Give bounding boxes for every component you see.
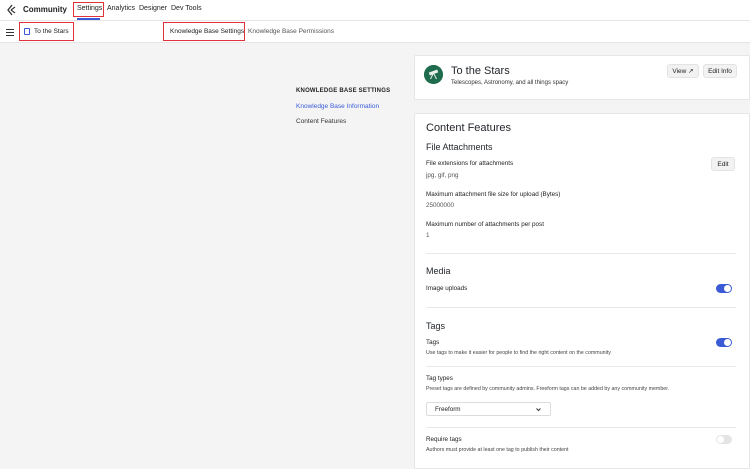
tags-label: Tags [426, 339, 440, 346]
section-divider [426, 253, 736, 254]
nav-analytics[interactable]: Analytics [107, 5, 135, 12]
edit-attachments-button[interactable]: Edit [711, 157, 735, 171]
app-title[interactable]: Community [23, 5, 67, 14]
nav-designer[interactable]: Designer [139, 5, 167, 12]
max-file-size-value: 25000000 [426, 202, 455, 209]
tab-knowledge-base-permissions[interactable]: Knowledge Base Permissions [248, 28, 334, 35]
tag-types-select[interactable]: Freeform [426, 402, 551, 416]
max-attachments-value: 1 [426, 232, 430, 239]
sub-navigation-bar [0, 21, 750, 43]
require-tags-help-text: Authors must provide at least one tag to… [426, 447, 569, 453]
menu-icon[interactable] [6, 29, 14, 36]
chevron-down-icon [536, 408, 541, 412]
file-attachments-heading: File Attachments [426, 142, 493, 152]
sidebar-item-content-features[interactable]: Content Features [296, 118, 346, 125]
sidebar-item-knowledge-base-information[interactable]: Knowledge Base Information [296, 103, 379, 110]
max-file-size-label: Maximum attachment file size for upload … [426, 191, 561, 198]
require-tags-toggle[interactable] [716, 435, 732, 444]
knowledge-base-header-card [414, 55, 750, 100]
file-extensions-label: File extensions for attachments [426, 160, 514, 167]
tag-types-selected-value: Freeform [435, 406, 461, 413]
media-heading: Media [426, 266, 451, 276]
image-uploads-toggle[interactable] [716, 284, 732, 293]
settings-highlight-box [73, 2, 104, 17]
tag-types-help-text: Preset tags are defined by community adm… [426, 386, 670, 392]
require-tags-label: Require tags [426, 436, 462, 443]
sidebar-heading: KNOWLEDGE BASE SETTINGS [296, 88, 391, 94]
knowledge-base-avatar [424, 65, 443, 84]
active-nav-underline [77, 18, 100, 20]
tags-toggle[interactable] [716, 338, 732, 347]
edit-info-button[interactable]: Edit Info [703, 64, 737, 78]
section-divider [426, 307, 736, 308]
content-features-title: Content Features [426, 122, 511, 134]
file-extensions-value: jpg, gif, png [426, 172, 459, 179]
image-uploads-label: Image uploads [426, 285, 468, 292]
section-divider [426, 366, 736, 367]
view-button[interactable]: View ↗ [667, 64, 699, 78]
knowledge-base-name: To the Stars [451, 65, 510, 77]
knowledge-base-description: Telescopes, Astronomy, and all things sp… [451, 80, 569, 86]
tags-help-text: Use tags to make it easier for people to… [426, 350, 611, 356]
knowledge-base-icon [24, 28, 30, 35]
tags-heading: Tags [426, 321, 446, 331]
tag-types-label: Tag types [426, 375, 453, 382]
tab-knowledge-base-settings[interactable]: Knowledge Base Settings [170, 28, 244, 35]
breadcrumb-knowledge-base[interactable]: To the Stars [34, 28, 69, 35]
section-divider [426, 427, 736, 428]
telescope-icon [424, 65, 443, 84]
nav-dev-tools[interactable]: Dev Tools [171, 5, 202, 12]
max-attachments-label: Maximum number of attachments per post [426, 221, 544, 228]
app-logo-icon[interactable] [5, 4, 17, 16]
top-navigation-bar: Community Settings Analytics Designer De… [0, 0, 750, 21]
